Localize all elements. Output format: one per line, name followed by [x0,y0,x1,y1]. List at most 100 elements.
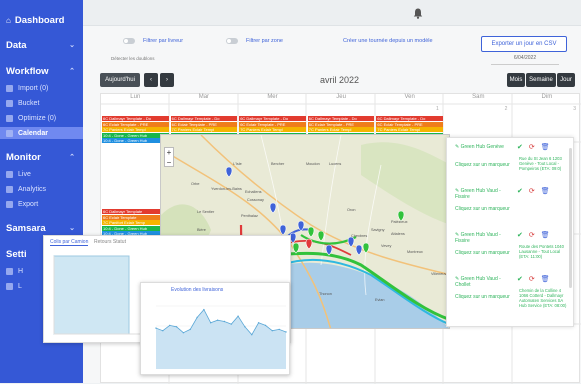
tab-retours-statut[interactable]: Retours Statut [94,239,126,245]
check-icon[interactable]: ✔ [517,144,523,151]
trash-icon[interactable]: 🗑 [541,144,550,151]
area-series-fill [156,309,286,369]
chevron-icon: ⌃ [69,68,75,75]
export-date-input[interactable]: 6/04/2022 [491,55,559,65]
sidebar-section-monitor[interactable]: Monitor ⌃ [0,150,83,164]
view-month-button[interactable]: Mois [507,73,525,87]
calendar-event[interactable]: 7C Paniers Eclair Templ [376,127,443,133]
calendar-event[interactable]: 6C Eclair Template - PRE [307,121,375,127]
calendar-event[interactable]: 6C Dallmayr Template - Do [102,116,169,121]
sidebar-item-icon [6,200,13,208]
calendar-day-header: Jeu [336,94,346,100]
create-tour-link[interactable]: Créer une tournée depuis un modèle [343,38,433,44]
today-button[interactable]: Aujourd'hui [100,73,140,87]
calendar-event[interactable]: 7C Paniers Eclair Templ [239,127,306,133]
next-button[interactable]: › [160,73,174,87]
calendar-event[interactable]: 6C Eclair Template - PRE [102,121,169,127]
sidebar-section-data[interactable]: Data ⌄ [0,38,83,52]
duplicate-detect-label[interactable]: Détecter les doublons [111,56,155,61]
bell-icon[interactable] [413,8,423,19]
sidebar-item-calendar[interactable]: Calendar [0,127,83,139]
map-place-label: Evian [375,298,385,302]
trash-icon[interactable]: 🗑 [541,276,550,283]
sidebar-section-label: Setti [6,248,27,260]
sidebar-item-icon [6,267,13,275]
map-place-label: Cossonay [247,198,264,202]
sidebar-item-label: Bucket [18,99,40,107]
hub-entry: ✎ Green Hub Vaud - Fissire [455,188,515,200]
chevron-icon: ⌃ [69,154,75,161]
check-icon[interactable]: ✔ [517,232,523,239]
trash-icon[interactable]: 🗑 [541,232,550,239]
check-icon[interactable]: ✔ [517,276,523,283]
map-place-label: Oron [347,208,355,212]
area-data-point [230,323,232,325]
calendar-event[interactable]: 6C Dallmayr Template - Do [307,116,375,121]
click-marker-link[interactable]: Cliquez sur un marqueur [455,294,510,300]
area-data-point [196,316,198,319]
check-icon[interactable]: ✔ [517,188,523,195]
sidebar-section-workflow[interactable]: Workflow ⌃ [0,64,83,78]
calendar-event[interactable]: 10:4 - Done - Green Hub [102,138,169,144]
hub-panel: ✎ Green Hub Genève ✔ ⟳ 🗑 Cliquez sur un marq… [446,137,574,327]
sidebar-item-label: Calendar [18,129,48,137]
calendar-event[interactable]: 7C Paniers Eclair Templ [170,127,238,133]
hub-name: Green Hub Vaud - Fissire [455,232,501,244]
calendar-event[interactable]: 6C Eclair Template - PRE [170,121,238,127]
click-marker-link[interactable]: Cliquez sur un marqueur [455,206,510,212]
map-place-label: Bière [197,228,206,232]
view-week-button[interactable]: Semaine [526,73,556,87]
sidebar-item-label: Export [18,200,39,208]
sidebar-item-label: Import (0) [18,84,49,92]
sidebar-item-optimize-0-[interactable]: Optimize (0) [0,112,83,124]
chart-card-front: Evolution des livraisons [140,282,290,375]
trash-icon[interactable]: 🗑 [541,188,550,195]
sidebar-section-samsara[interactable]: Samsara ⌄ [0,221,83,235]
zoom-out-button[interactable]: − [165,158,173,168]
sidebar-item-analytics[interactable]: Analytics [0,183,83,195]
calendar-event[interactable]: 6C Eclair Template - PRE [376,121,443,127]
area-data-point [162,330,164,332]
sidebar-item-live[interactable]: Live [0,168,83,180]
calendar-event[interactable]: 7C Panifort Eclair Temp [102,220,169,226]
map-place-label: Lucens [329,162,341,166]
calendar-event[interactable]: 6C Dallmayr Template - Do [376,116,443,121]
area-data-point [251,334,253,336]
calendar-event[interactable]: 10:4 - Done - Green Hub [102,225,169,231]
calendar-event[interactable]: 7C Paniers Eclair Templ [307,127,375,133]
area-data-point [210,322,212,324]
toggle-filter-driver[interactable] [123,38,135,44]
sidebar-item-export[interactable]: Export [0,198,83,210]
prev-button[interactable]: ‹ [144,73,158,87]
click-marker-link[interactable]: Cliquez sur un marqueur [455,250,510,256]
filter-zone-label[interactable]: Filtrer par zone [246,38,283,44]
zoom-control[interactable]: + − [164,147,174,167]
tab-colis-par-camion[interactable]: Colis par Camion [50,239,89,246]
filter-driver-label[interactable]: Filtrer par livreur [143,38,183,44]
map-place-label: L'Isle [233,162,242,166]
sync-icon[interactable]: ⟳ [529,144,535,151]
sidebar-item-import-0-[interactable]: Import (0) [0,82,83,94]
toggle-filter-zone[interactable] [226,38,238,44]
hub-actions: ✔ ⟳ 🗑 [517,143,556,151]
view-day-button[interactable]: Jour [557,73,575,87]
export-csv-button[interactable]: Exporter un jour en CSV [481,36,567,52]
sidebar-item-label: Analytics [18,185,47,193]
home-icon: ⌂ [6,15,11,25]
calendar-event[interactable]: 6C Dallmayr Template - Do [170,116,238,121]
calendar-event[interactable]: 6C Dallmayr Template [102,209,169,214]
area-data-point [285,331,287,333]
sync-icon[interactable]: ⟳ [529,232,535,239]
calendar-day-header: Sam [472,94,485,100]
calendar-event[interactable]: 6C Dallmayr Template - Do [239,116,306,121]
calendar-event[interactable]: 7C Paniers Eclair Templ [102,127,169,133]
sidebar-dashboard[interactable]: ⌂ Dashboard [0,12,83,28]
calendar-event[interactable]: 6C Eclair Template - PRE [239,121,306,127]
sync-icon[interactable]: ⟳ [529,276,535,283]
sync-icon[interactable]: ⟳ [529,188,535,195]
calendar-event[interactable]: 6C Eclair Template [102,214,169,220]
sidebar-item-bucket[interactable]: Bucket [0,97,83,109]
click-marker-link[interactable]: Cliquez sur un marqueur [455,162,510,168]
zoom-in-button[interactable]: + [165,148,173,158]
calendar-event[interactable]: 10:4 - Done - Green Hub [102,132,169,138]
